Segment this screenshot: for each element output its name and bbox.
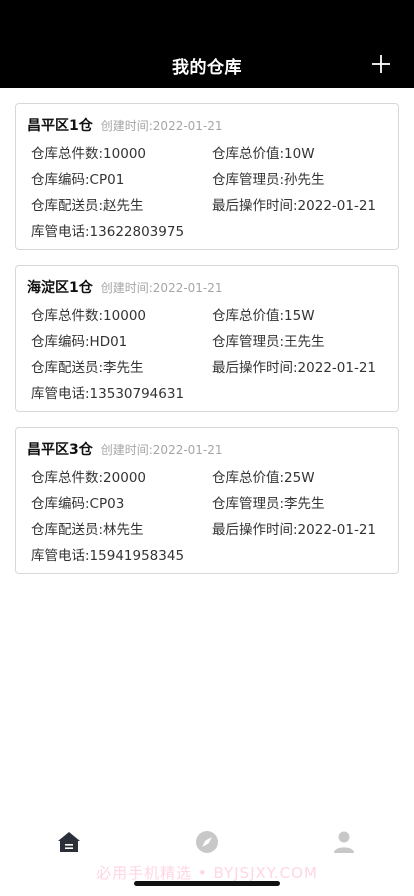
last-operation-time: 最后操作时间:2022-01-21	[212, 198, 377, 214]
warehouse-card[interactable]: 昌平区1仓 创建时间:2022-01-21 仓库总件数:10000 仓库总价值:…	[15, 103, 399, 250]
compass-icon	[196, 831, 218, 853]
add-warehouse-button[interactable]	[372, 55, 390, 73]
page-title: 我的仓库	[172, 58, 242, 78]
card-header: 昌平区1仓 创建时间:2022-01-21	[27, 115, 223, 135]
warehouse-name: 昌平区3仓	[27, 442, 93, 458]
total-items: 仓库总件数:10000	[31, 146, 146, 162]
warehouse-code: 仓库编码:HD01	[31, 334, 128, 350]
warehouse-name: 海淀区1仓	[27, 280, 93, 296]
manager-phone: 库管电话:15941958345	[31, 548, 185, 564]
user-icon	[334, 831, 354, 853]
created-time: 创建时间:2022-01-21	[100, 119, 223, 133]
warehouse-details: 仓库总件数:20000 仓库总价值:25W 仓库编码:CP03 仓库管理员:李先…	[31, 469, 391, 565]
warehouse-courier: 仓库配送员:赵先生	[31, 198, 144, 214]
warehouse-card[interactable]: 海淀区1仓 创建时间:2022-01-21 仓库总件数:10000 仓库总价值:…	[15, 265, 399, 412]
watermark: 必用手机精选 • BYJSJXY.COM	[96, 864, 318, 882]
warehouse-details: 仓库总件数:10000 仓库总价值:10W 仓库编码:CP01 仓库管理员:孙先…	[31, 145, 391, 241]
tab-bar	[0, 820, 414, 864]
tab-home[interactable]	[57, 830, 81, 854]
warehouse-manager: 仓库管理员:王先生	[212, 334, 325, 350]
tab-discover[interactable]	[195, 830, 219, 854]
created-time: 创建时间:2022-01-21	[100, 281, 223, 295]
created-time: 创建时间:2022-01-21	[100, 443, 223, 457]
total-value: 仓库总价值:10W	[212, 146, 315, 162]
warehouse-name: 昌平区1仓	[27, 118, 93, 134]
warehouse-manager: 仓库管理员:李先生	[212, 496, 325, 512]
home-indicator	[134, 881, 280, 886]
warehouse-details: 仓库总件数:10000 仓库总价值:15W 仓库编码:HD01 仓库管理员:王先…	[31, 307, 391, 403]
home-icon	[58, 832, 80, 852]
card-header: 海淀区1仓 创建时间:2022-01-21	[27, 277, 223, 297]
total-items: 仓库总件数:20000	[31, 470, 146, 486]
tab-profile[interactable]	[332, 830, 356, 854]
warehouse-courier: 仓库配送员:林先生	[31, 522, 144, 538]
last-operation-time: 最后操作时间:2022-01-21	[212, 360, 377, 376]
warehouse-code: 仓库编码:CP01	[31, 172, 125, 188]
total-value: 仓库总价值:25W	[212, 470, 315, 486]
nav-bar: 我的仓库	[0, 0, 414, 88]
warehouse-manager: 仓库管理员:孙先生	[212, 172, 325, 188]
manager-phone: 库管电话:13530794631	[31, 386, 185, 402]
plus-icon	[372, 55, 390, 73]
warehouse-code: 仓库编码:CP03	[31, 496, 125, 512]
last-operation-time: 最后操作时间:2022-01-21	[212, 522, 377, 538]
card-header: 昌平区3仓 创建时间:2022-01-21	[27, 439, 223, 459]
warehouse-card[interactable]: 昌平区3仓 创建时间:2022-01-21 仓库总件数:20000 仓库总价值:…	[15, 427, 399, 574]
total-value: 仓库总价值:15W	[212, 308, 315, 324]
warehouse-list: 昌平区1仓 创建时间:2022-01-21 仓库总件数:10000 仓库总价值:…	[15, 103, 399, 589]
total-items: 仓库总件数:10000	[31, 308, 146, 324]
manager-phone: 库管电话:13622803975	[31, 224, 185, 240]
warehouse-courier: 仓库配送员:李先生	[31, 360, 144, 376]
